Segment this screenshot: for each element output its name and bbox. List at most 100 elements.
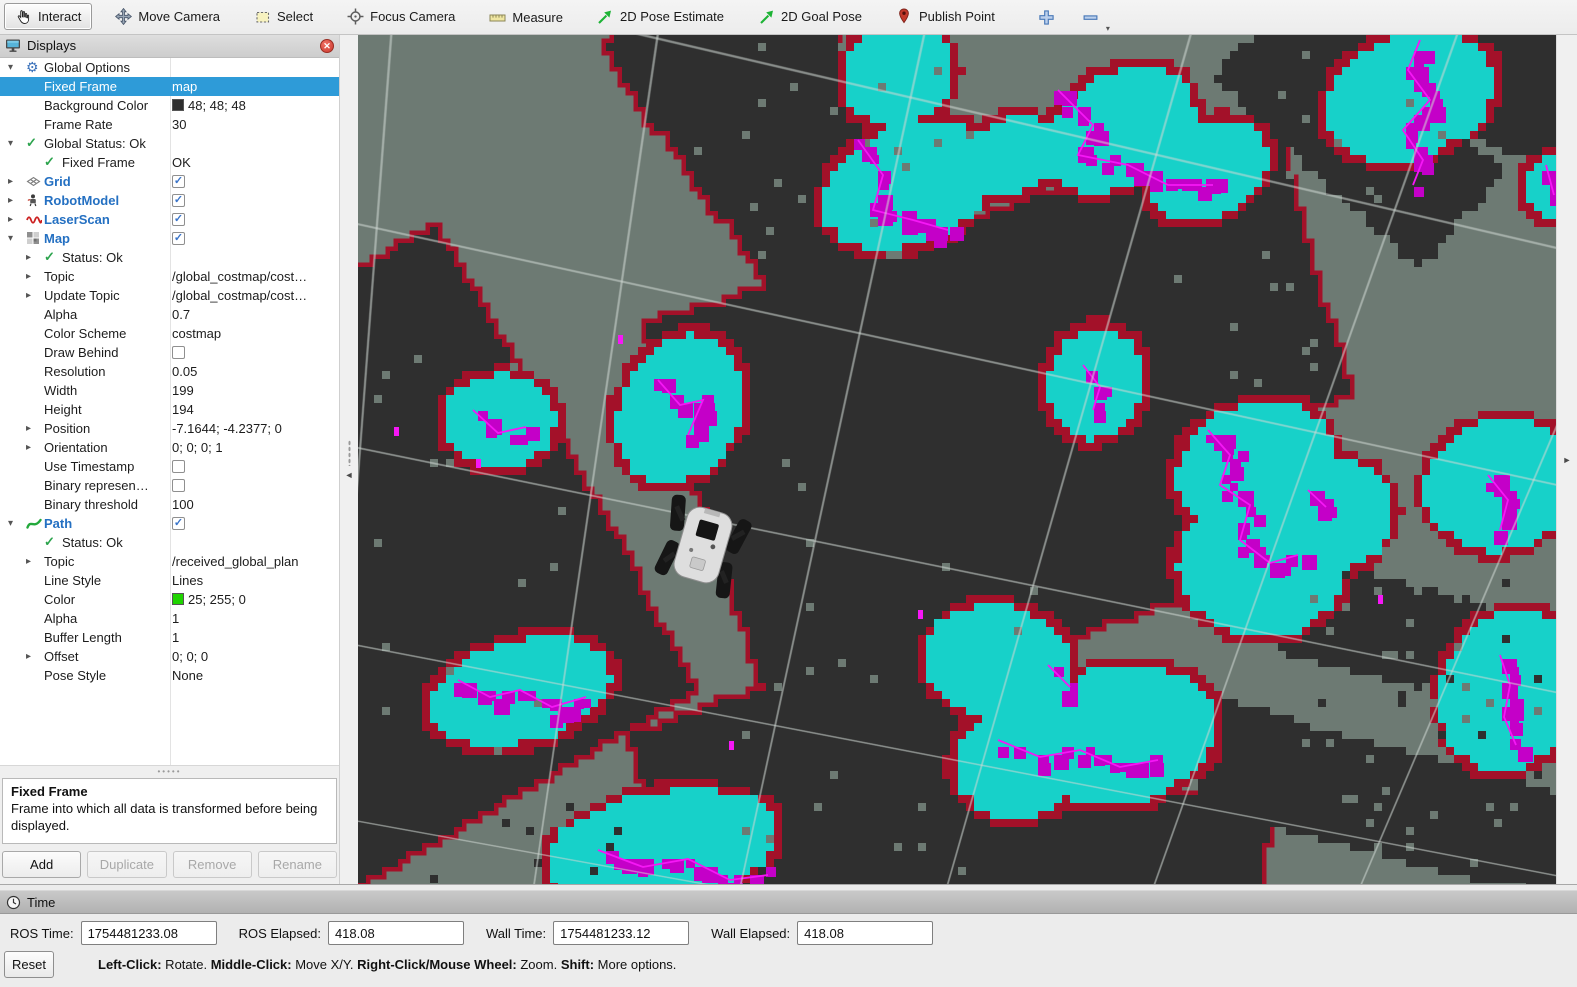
property-value[interactable]: 1 (172, 630, 179, 645)
tree-row-status-ok[interactable]: ▸✓Status: Ok (0, 248, 339, 267)
reset-button[interactable]: Reset (4, 951, 54, 978)
tree-row-topic[interactable]: ▸Topic/received_global_plan (0, 552, 339, 571)
tree-row-status-ok[interactable]: ✓Status: Ok (0, 533, 339, 552)
tool-move-camera[interactable]: Move Camera (104, 3, 231, 30)
property-value[interactable]: 48; 48; 48 (188, 98, 246, 113)
expand-arrow-icon[interactable]: ▸ (8, 214, 26, 225)
tool-interact[interactable]: Interact (4, 3, 92, 30)
tree-row-alpha[interactable]: Alpha0.7 (0, 305, 339, 324)
property-value[interactable]: 0.7 (172, 307, 190, 322)
tree-row-height[interactable]: Height194 (0, 400, 339, 419)
property-value[interactable]: Lines (172, 573, 203, 588)
tree-row-update-topic[interactable]: ▸Update Topic/global_costmap/cost… (0, 286, 339, 305)
add-tool-button[interactable] (1032, 4, 1062, 30)
checkbox-unchecked[interactable] (172, 479, 185, 492)
wall-time-input[interactable]: 1754481233.12 (553, 921, 689, 945)
expand-arrow-icon[interactable]: ▸ (26, 252, 44, 263)
property-value[interactable]: -7.1644; -4.2377; 0 (172, 421, 282, 436)
tree-row-color[interactable]: Color25; 255; 0 (0, 590, 339, 609)
property-value[interactable]: 0; 0; 0; 1 (172, 440, 223, 455)
property-value[interactable]: 100 (172, 497, 194, 512)
expand-arrow-icon[interactable]: ▸ (8, 195, 26, 206)
checkbox-checked[interactable]: ✓ (172, 517, 185, 530)
tool-select[interactable]: Select (243, 3, 324, 30)
expand-arrow-icon[interactable]: ▸ (26, 271, 44, 282)
time-panel-header[interactable]: Time (0, 890, 1577, 914)
tool-2d-goal-pose[interactable]: 2D Goal Pose (747, 3, 873, 30)
collapse-arrow-icon[interactable]: ▾ (8, 138, 26, 149)
checkbox-checked[interactable]: ✓ (172, 213, 185, 226)
tree-row-global-status-ok[interactable]: ▾✓Global Status: Ok (0, 134, 339, 153)
tree-row-orientation[interactable]: ▸Orientation0; 0; 0; 1 (0, 438, 339, 457)
3d-viewport[interactable] (358, 35, 1556, 884)
property-value[interactable]: OK (172, 155, 191, 170)
tree-row-draw-behind[interactable]: Draw Behind (0, 343, 339, 362)
property-value[interactable]: map (172, 79, 197, 94)
tool-focus-camera[interactable]: Focus Camera (336, 3, 466, 30)
wall-elapsed-input[interactable]: 418.08 (797, 921, 933, 945)
tree-row-alpha[interactable]: Alpha1 (0, 609, 339, 628)
tree-row-topic[interactable]: ▸Topic/global_costmap/cost… (0, 267, 339, 286)
collapse-right-handle[interactable]: ► (1556, 35, 1577, 884)
tree-row-frame-rate[interactable]: Frame Rate30 (0, 115, 339, 134)
tree-row-color-scheme[interactable]: Color Schemecostmap (0, 324, 339, 343)
add-display-button[interactable]: Add (2, 851, 81, 878)
tree-row-map[interactable]: ▾Map✓ (0, 229, 339, 248)
property-value[interactable]: 199 (172, 383, 194, 398)
property-value[interactable]: 25; 255; 0 (188, 592, 246, 607)
remove-tool-button[interactable]: ▾ (1076, 4, 1106, 30)
tree-row-global-options[interactable]: ▾⚙Global Options (0, 58, 339, 77)
collapse-arrow-icon[interactable]: ▾ (8, 233, 26, 244)
property-value[interactable]: 30 (172, 117, 186, 132)
panel-splitter[interactable]: ••••• (0, 766, 339, 777)
property-value[interactable]: /received_global_plan (172, 554, 298, 569)
property-value[interactable]: /global_costmap/cost… (172, 288, 307, 303)
tree-row-background-color[interactable]: Background Color48; 48; 48 (0, 96, 339, 115)
expand-arrow-icon[interactable]: ▸ (26, 442, 44, 453)
tree-row-laserscan[interactable]: ▸LaserScan✓ (0, 210, 339, 229)
tree-row-grid[interactable]: ▸Grid✓ (0, 172, 339, 191)
checkbox-checked[interactable]: ✓ (172, 175, 185, 188)
duplicate-display-button[interactable]: Duplicate (87, 851, 166, 878)
collapse-left-handle[interactable]: ◄ (340, 35, 358, 884)
close-icon[interactable]: ✕ (320, 39, 334, 53)
collapse-arrow-icon[interactable]: ▾ (8, 518, 26, 529)
tree-row-fixed-frame[interactable]: Fixed Framemap (0, 77, 339, 96)
tree-row-fixed-frame[interactable]: ✓Fixed FrameOK (0, 153, 339, 172)
expand-arrow-icon[interactable]: ▸ (26, 556, 44, 567)
tree-row-binary-represen[interactable]: Binary represen… (0, 476, 339, 495)
checkbox-checked[interactable]: ✓ (172, 232, 185, 245)
ros-elapsed-input[interactable]: 418.08 (328, 921, 464, 945)
tree-row-path[interactable]: ▾Path✓ (0, 514, 339, 533)
checkbox-unchecked[interactable] (172, 460, 185, 473)
checkbox-unchecked[interactable] (172, 346, 185, 359)
tool-2d-pose-estimate[interactable]: 2D Pose Estimate (586, 3, 735, 30)
tree-row-buffer-length[interactable]: Buffer Length1 (0, 628, 339, 647)
expand-arrow-icon[interactable]: ▸ (8, 176, 26, 187)
tree-row-use-timestamp[interactable]: Use Timestamp (0, 457, 339, 476)
property-value[interactable]: costmap (172, 326, 221, 341)
tree-row-position[interactable]: ▸Position-7.1644; -4.2377; 0 (0, 419, 339, 438)
displays-panel-header[interactable]: Displays ✕ (0, 35, 339, 58)
expand-arrow-icon[interactable]: ▸ (26, 423, 44, 434)
checkbox-checked[interactable]: ✓ (172, 194, 185, 207)
rename-display-button[interactable]: Rename (258, 851, 337, 878)
tree-row-binary-threshold[interactable]: Binary threshold100 (0, 495, 339, 514)
expand-arrow-icon[interactable]: ▸ (26, 290, 44, 301)
tool-publish-point[interactable]: Publish Point (885, 3, 1006, 30)
property-value[interactable]: None (172, 668, 203, 683)
tree-row-pose-style[interactable]: Pose StyleNone (0, 666, 339, 685)
property-value[interactable]: /global_costmap/cost… (172, 269, 307, 284)
expand-arrow-icon[interactable]: ▸ (26, 651, 44, 662)
property-value[interactable]: 0; 0; 0 (172, 649, 208, 664)
tree-row-line-style[interactable]: Line StyleLines (0, 571, 339, 590)
remove-display-button[interactable]: Remove (173, 851, 252, 878)
tool-measure[interactable]: Measure (478, 4, 574, 31)
property-value[interactable]: 1 (172, 611, 179, 626)
tree-row-offset[interactable]: ▸Offset0; 0; 0 (0, 647, 339, 666)
collapse-arrow-icon[interactable]: ▾ (8, 62, 26, 73)
tree-row-resolution[interactable]: Resolution0.05 (0, 362, 339, 381)
property-value[interactable]: 0.05 (172, 364, 197, 379)
property-value[interactable]: 194 (172, 402, 194, 417)
tree-row-robotmodel[interactable]: ▸RobotModel✓ (0, 191, 339, 210)
